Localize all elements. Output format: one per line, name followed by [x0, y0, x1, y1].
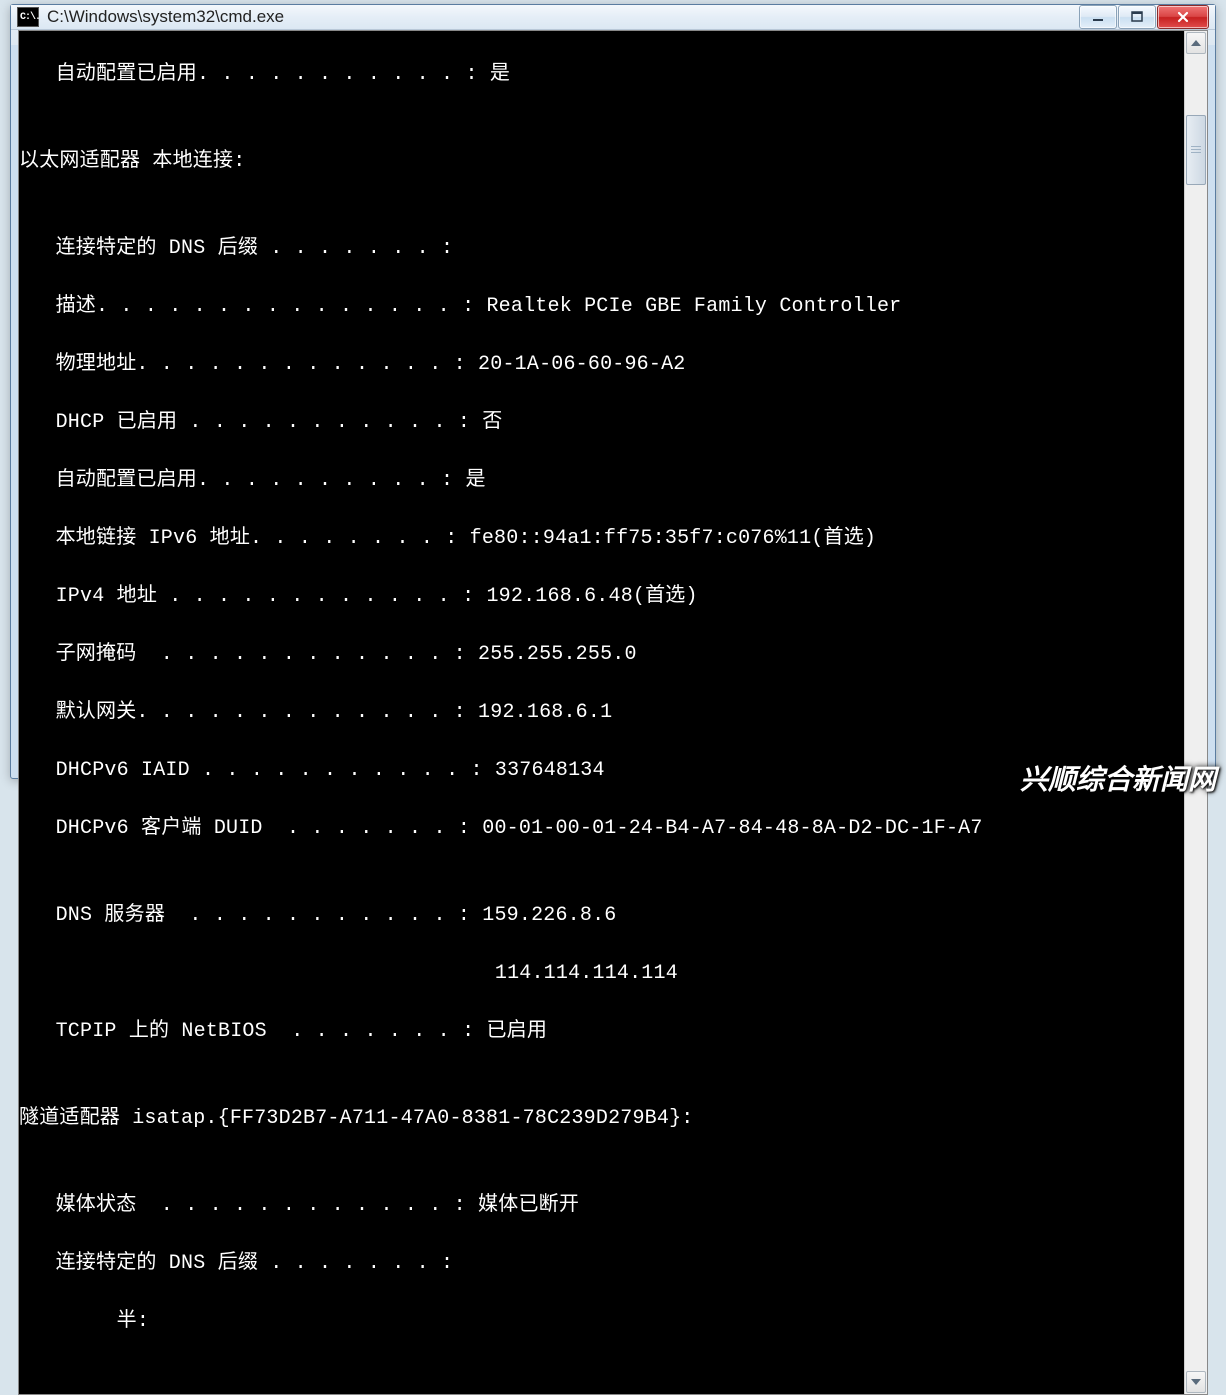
output-label: DHCPv6 IAID . . . . . . . . . . . :	[19, 756, 483, 785]
output-label: DNS 服务器 . . . . . . . . . . . :	[19, 901, 470, 930]
titlebar[interactable]: C:\. C:\Windows\system32\cmd.exe	[11, 5, 1215, 30]
scroll-up-button[interactable]	[1186, 32, 1206, 54]
output-value: 已启用	[474, 1017, 547, 1046]
output-line: 连接特定的 DNS 后缀 . . . . . . . :	[19, 1249, 1184, 1278]
output-line: 描述. . . . . . . . . . . . . . . : Realte…	[19, 292, 1184, 321]
output-line: 本地链接 IPv6 地址. . . . . . . . : fe80::94a1…	[19, 524, 1184, 553]
output-label: 连接特定的 DNS 后缀 . . . . . . . :	[19, 1249, 453, 1278]
output-line: 媒体状态 . . . . . . . . . . . . : 媒体已断开	[19, 1191, 1184, 1220]
vertical-scrollbar[interactable]	[1184, 31, 1207, 1394]
output-line: 自动配置已启用. . . . . . . . . . : 是	[19, 466, 1184, 495]
output-label: TCPIP 上的 NetBIOS . . . . . . . :	[19, 1017, 474, 1046]
chevron-up-icon	[1191, 40, 1201, 46]
close-button[interactable]	[1157, 5, 1209, 29]
terminal-output[interactable]: 自动配置已启用. . . . . . . . . . . : 是 以太网适配器 …	[19, 31, 1184, 1394]
output-value: Realtek PCIe GBE Family Controller	[474, 292, 901, 321]
output-value: 00-01-00-01-24-B4-A7-84-48-8A-D2-DC-1F-A…	[470, 814, 982, 843]
output-partial: 半:	[19, 1307, 149, 1336]
minimize-button[interactable]	[1079, 5, 1117, 29]
output-label: 默认网关. . . . . . . . . . . . . :	[19, 698, 466, 727]
section-header-text: 隧道适配器 isatap.{FF73D2B7-A711-47A0-8381-78…	[19, 1104, 694, 1133]
output-value: 337648134	[483, 756, 605, 785]
output-label: 子网掩码 . . . . . . . . . . . . :	[19, 640, 466, 669]
cmd-icon: C:\.	[17, 7, 39, 27]
output-label: 媒体状态 . . . . . . . . . . . . :	[19, 1191, 466, 1220]
output-line: 子网掩码 . . . . . . . . . . . . : 255.255.2…	[19, 640, 1184, 669]
output-line: DNS 服务器 . . . . . . . . . . . : 159.226.…	[19, 901, 1184, 930]
chevron-down-icon	[1191, 1379, 1201, 1385]
output-line: 114.114.114.114	[19, 959, 1184, 988]
output-line: DHCP 已启用 . . . . . . . . . . . : 否	[19, 408, 1184, 437]
cmd-window: C:\. C:\Windows\system32\cmd.exe 自动配置已启用…	[10, 4, 1216, 779]
output-label: DHCP 已启用 . . . . . . . . . . . :	[19, 408, 470, 437]
output-line: TCPIP 上的 NetBIOS . . . . . . . : 已启用	[19, 1017, 1184, 1046]
output-value: 20-1A-06-60-96-A2	[466, 350, 686, 379]
output-value: 192.168.6.1	[466, 698, 612, 727]
output-label: 连接特定的 DNS 后缀 . . . . . . . :	[19, 234, 453, 263]
scroll-down-button[interactable]	[1186, 1371, 1206, 1393]
output-line: 物理地址. . . . . . . . . . . . . : 20-1A-06…	[19, 350, 1184, 379]
output-value: 255.255.255.0	[466, 640, 637, 669]
output-line: 连接特定的 DNS 后缀 . . . . . . . :	[19, 234, 1184, 263]
output-label: 物理地址. . . . . . . . . . . . . :	[19, 350, 466, 379]
section-header-text: 以太网适配器 本地连接:	[19, 147, 245, 176]
section-header: 隧道适配器 isatap.{FF73D2B7-A711-47A0-8381-78…	[19, 1104, 1184, 1133]
output-label: 描述. . . . . . . . . . . . . . . :	[19, 292, 474, 321]
output-label: 本地链接 IPv6 地址. . . . . . . . :	[19, 524, 457, 553]
window-title: C:\Windows\system32\cmd.exe	[47, 7, 1079, 27]
output-line: 自动配置已启用. . . . . . . . . . . : 是	[19, 60, 1184, 89]
output-label: DHCPv6 客户端 DUID . . . . . . . :	[19, 814, 470, 843]
output-value: 否	[470, 408, 502, 437]
output-value: 159.226.8.6	[470, 901, 616, 930]
output-value: 是	[478, 60, 510, 89]
client-area: 自动配置已启用. . . . . . . . . . . : 是 以太网适配器 …	[18, 30, 1208, 1395]
output-label: 自动配置已启用. . . . . . . . . . :	[19, 466, 453, 495]
scrollbar-track[interactable]	[1185, 55, 1207, 1370]
output-value: fe80::94a1:ff75:35f7:c076%11(首选)	[457, 524, 876, 553]
output-label: 自动配置已启用. . . . . . . . . . . :	[19, 60, 478, 89]
output-value: 114.114.114.114	[19, 959, 678, 988]
output-line: 半:	[19, 1307, 1184, 1336]
maximize-button[interactable]	[1118, 5, 1156, 29]
close-icon	[1176, 11, 1190, 23]
output-line: DHCPv6 客户端 DUID . . . . . . . : 00-01-00…	[19, 814, 1184, 843]
output-line: IPv4 地址 . . . . . . . . . . . . : 192.16…	[19, 582, 1184, 611]
output-value: 192.168.6.48(首选)	[474, 582, 697, 611]
section-header: 以太网适配器 本地连接:	[19, 147, 1184, 176]
window-controls	[1079, 5, 1209, 29]
output-value: 媒体已断开	[466, 1191, 579, 1220]
minimize-icon	[1092, 11, 1104, 23]
maximize-icon	[1131, 11, 1143, 23]
output-line: DHCPv6 IAID . . . . . . . . . . . : 3376…	[19, 756, 1184, 785]
scrollbar-thumb[interactable]	[1186, 115, 1206, 185]
watermark-text: 兴顺综合新闻网	[1020, 758, 1216, 798]
output-value: 是	[453, 466, 485, 495]
output-line: 默认网关. . . . . . . . . . . . . : 192.168.…	[19, 698, 1184, 727]
output-label: IPv4 地址 . . . . . . . . . . . . :	[19, 582, 474, 611]
